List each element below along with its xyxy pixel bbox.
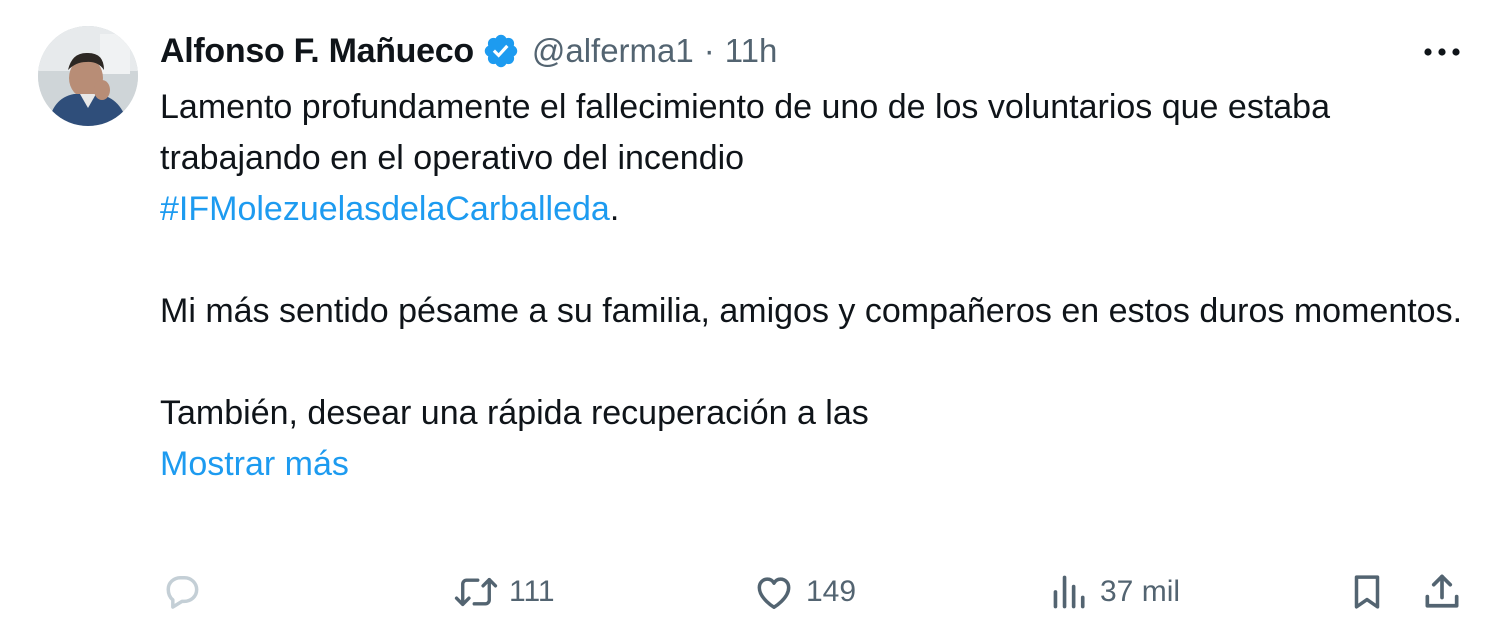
tweet-timestamp[interactable]: 11h xyxy=(725,32,778,70)
verified-badge-icon xyxy=(482,32,520,70)
views-count: 37 mil xyxy=(1100,575,1181,608)
retweet-icon xyxy=(454,577,498,607)
views-button[interactable]: 37 mil xyxy=(1050,568,1180,616)
tweet-paragraph-1: Lamento profundamente el fallecimiento d… xyxy=(160,82,1480,235)
share-button[interactable] xyxy=(1420,568,1464,616)
like-button[interactable]: 149 xyxy=(752,568,856,616)
reply-icon xyxy=(166,575,199,609)
reply-button[interactable] xyxy=(160,568,214,616)
tweet-actions: 111 149 37 mil xyxy=(0,568,1500,616)
like-count: 149 xyxy=(806,575,857,608)
author-handle[interactable]: @alferma1 xyxy=(532,32,694,70)
bookmark-button[interactable] xyxy=(1346,568,1388,616)
bookmark-icon xyxy=(1354,575,1380,609)
retweet-count: 111 xyxy=(509,575,555,608)
tweet-paragraph-3: También, desear una rápida recuperación … xyxy=(160,394,869,432)
tweet: Alfonso F. Mañueco @alferma1 · 11h Lamen… xyxy=(0,0,1500,631)
tweet-text-punctuation: . xyxy=(609,190,620,228)
views-icon xyxy=(1053,575,1085,609)
tweet-text: Lamento profundamente el fallecimiento d… xyxy=(160,82,1480,490)
tweet-text-line: Lamento profundamente el fallecimiento d… xyxy=(160,88,1330,177)
tweet-paragraph-2: Mi más sentido pésame a su familia, amig… xyxy=(160,292,1463,330)
avatar[interactable] xyxy=(38,26,138,126)
author-name[interactable]: Alfonso F. Mañueco xyxy=(160,32,474,71)
avatar-image xyxy=(38,26,138,126)
hashtag-link[interactable]: #IFMolezuelasdelaCarballeda xyxy=(160,190,610,228)
header-separator: · xyxy=(703,32,715,69)
more-options-icon[interactable] xyxy=(1418,34,1466,70)
show-more-link[interactable]: Mostrar más xyxy=(160,439,349,490)
retweet-button[interactable]: 111 xyxy=(453,568,555,616)
share-icon xyxy=(1425,574,1459,608)
heart-icon xyxy=(757,577,791,609)
tweet-header: Alfonso F. Mañueco @alferma1 · 11h xyxy=(160,30,777,72)
